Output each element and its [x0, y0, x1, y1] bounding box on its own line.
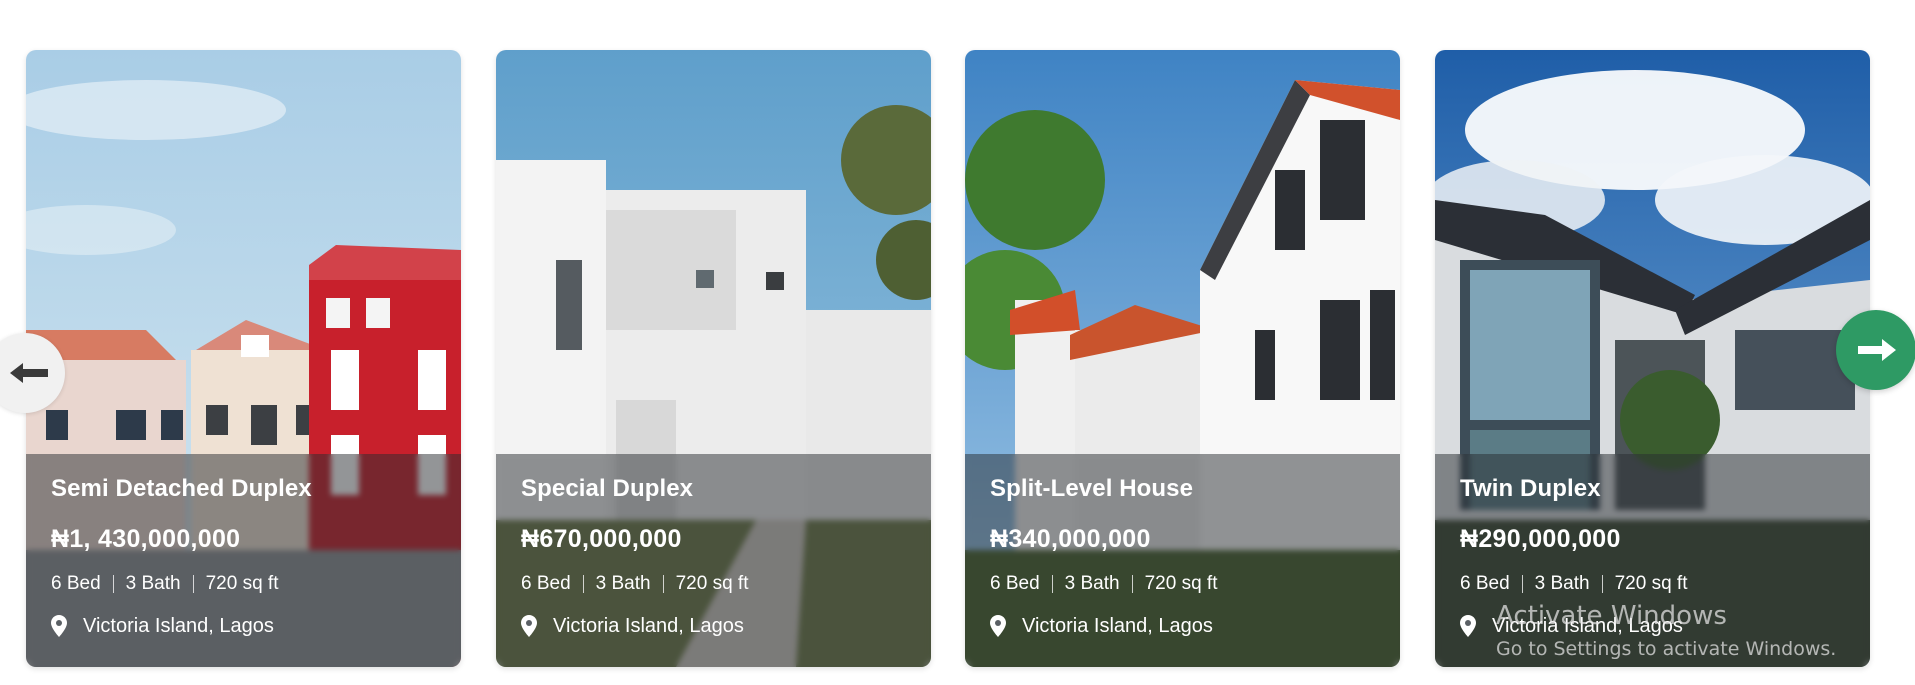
- divider: [662, 575, 664, 593]
- listing-info-panel: Split-Level House ₦340,000,000 6 Bed 3 B…: [965, 454, 1400, 667]
- listing-info-panel: Semi Detached Duplex ₦1, 430,000,000 6 B…: [26, 454, 461, 667]
- listing-specs: 6 Bed 3 Bath 720 sq ft: [51, 572, 436, 596]
- listing-title[interactable]: Twin Duplex: [1460, 474, 1845, 504]
- area-size: 720 sq ft: [205, 573, 279, 594]
- listing-location: Victoria Island, Lagos: [51, 614, 436, 638]
- divider: [1601, 575, 1603, 593]
- property-carousel: Semi Detached Duplex ₦1, 430,000,000 6 B…: [0, 0, 1915, 685]
- listing-title[interactable]: Split-Level House: [990, 474, 1375, 504]
- watermark-subtitle: Go to Settings to activate Windows.: [1496, 638, 1837, 660]
- carousel-next-button[interactable]: [1836, 310, 1915, 390]
- map-pin-icon: [1460, 615, 1476, 637]
- listing-location: Victoria Island, Lagos: [990, 614, 1375, 638]
- listing-price: ₦290,000,000: [1460, 525, 1621, 553]
- property-card[interactable]: Special Duplex ₦670,000,000 6 Bed 3 Bath…: [496, 50, 931, 667]
- baths-count: 3 Bath: [595, 573, 651, 594]
- property-card[interactable]: Semi Detached Duplex ₦1, 430,000,000 6 B…: [26, 50, 461, 667]
- beds-count: 6 Bed: [990, 573, 1040, 594]
- beds-count: 6 Bed: [1460, 573, 1510, 594]
- listing-location: Victoria Island, Lagos: [521, 614, 906, 638]
- divider: [582, 575, 584, 593]
- baths-count: 3 Bath: [1534, 573, 1590, 594]
- map-pin-icon: [51, 615, 67, 637]
- watermark-title: Activate Windows: [1496, 601, 1727, 631]
- beds-count: 6 Bed: [51, 573, 101, 594]
- divider: [192, 575, 194, 593]
- arrow-right-icon: [1858, 339, 1896, 361]
- divider: [112, 575, 114, 593]
- listing-info-panel: Special Duplex ₦670,000,000 6 Bed 3 Bath…: [496, 454, 931, 667]
- baths-count: 3 Bath: [1064, 573, 1120, 594]
- property-card[interactable]: Split-Level House ₦340,000,000 6 Bed 3 B…: [965, 50, 1400, 667]
- listing-price: ₦1, 430,000,000: [51, 525, 241, 553]
- listing-price: ₦670,000,000: [521, 525, 682, 553]
- map-pin-icon: [990, 615, 1006, 637]
- windows-activation-watermark: Activate Windows Go to Settings to activ…: [1496, 600, 1836, 662]
- location-text: Victoria Island, Lagos: [553, 615, 744, 637]
- listing-specs: 6 Bed 3 Bath 720 sq ft: [1460, 572, 1845, 596]
- listing-title[interactable]: Semi Detached Duplex: [51, 474, 436, 504]
- listing-price: ₦340,000,000: [990, 525, 1151, 553]
- baths-count: 3 Bath: [125, 573, 181, 594]
- property-card[interactable]: Twin Duplex ₦290,000,000 6 Bed 3 Bath 72…: [1435, 50, 1870, 667]
- area-size: 720 sq ft: [675, 573, 749, 594]
- listing-specs: 6 Bed 3 Bath 720 sq ft: [990, 572, 1375, 596]
- arrow-left-icon: [10, 363, 48, 383]
- location-text: Victoria Island, Lagos: [83, 615, 274, 637]
- location-text: Victoria Island, Lagos: [1022, 615, 1213, 637]
- listing-specs: 6 Bed 3 Bath 720 sq ft: [521, 572, 906, 596]
- area-size: 720 sq ft: [1614, 573, 1688, 594]
- divider: [1051, 575, 1053, 593]
- listing-title[interactable]: Special Duplex: [521, 474, 906, 504]
- beds-count: 6 Bed: [521, 573, 571, 594]
- map-pin-icon: [521, 615, 537, 637]
- area-size: 720 sq ft: [1144, 573, 1218, 594]
- divider: [1131, 575, 1133, 593]
- divider: [1521, 575, 1523, 593]
